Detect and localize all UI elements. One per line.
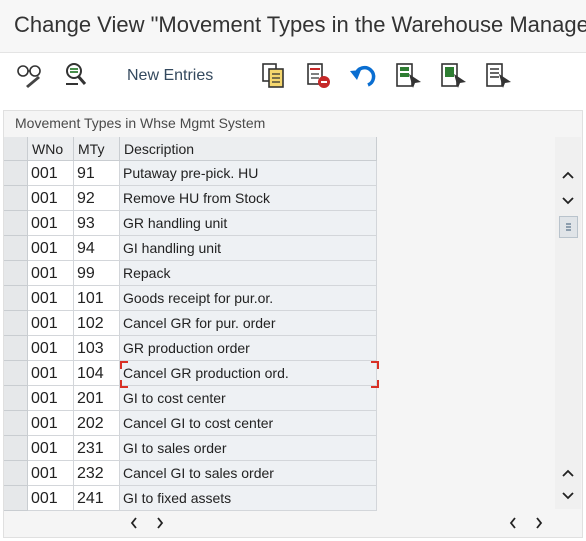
row-selector[interactable] [4, 336, 28, 361]
cell-mty: 91 [74, 161, 120, 186]
cell-mty: 92 [74, 186, 120, 211]
row-selector[interactable] [4, 161, 28, 186]
undo-change-icon[interactable] [348, 59, 378, 91]
row-selector[interactable] [4, 311, 28, 336]
table-title: Movement Types in Whse Mgmt System [15, 115, 266, 131]
chevron-down-icon [562, 492, 574, 500]
cell-mty: 241 [74, 486, 120, 511]
scroll-up-button[interactable] [556, 164, 580, 186]
cell-mty: 104 [74, 361, 120, 386]
cell-wno: 001 [28, 436, 74, 461]
cell-mty: 99 [74, 261, 120, 286]
cell-description[interactable]: Remove HU from Stock [120, 186, 377, 211]
scroll-right-button[interactable] [150, 513, 170, 533]
copy-as-icon[interactable] [258, 59, 288, 91]
page-up-button[interactable] [556, 462, 580, 484]
focus-corner [120, 361, 128, 369]
window-title: Change View "Movement Types in the Wareh… [14, 12, 586, 37]
cell-description[interactable]: Repack [120, 261, 377, 286]
title-bar: Change View "Movement Types in the Wareh… [0, 0, 586, 53]
scroll-left-button-right[interactable] [503, 513, 523, 533]
cell-wno: 001 [28, 336, 74, 361]
cell-wno: 001 [28, 161, 74, 186]
cell-mty: 201 [74, 386, 120, 411]
row-selector[interactable] [4, 211, 28, 236]
find-icon[interactable] [60, 59, 90, 91]
cell-mty: 94 [74, 236, 120, 261]
cell-description[interactable]: GR production order [120, 336, 377, 361]
cell-description[interactable]: Goods receipt for pur.or. [120, 286, 377, 311]
cell-description[interactable]: GI to fixed assets [120, 486, 377, 511]
cell-mty: 102 [74, 311, 120, 336]
cell-description[interactable]: GI to cost center [120, 386, 377, 411]
cell-wno: 001 [28, 461, 74, 486]
deselect-all-icon[interactable] [483, 59, 513, 91]
cell-wno: 001 [28, 386, 74, 411]
cell-wno: 001 [28, 361, 74, 386]
cell-description[interactable]: Cancel GI to sales order [120, 461, 377, 486]
select-all-icon[interactable] [393, 59, 423, 91]
chevron-up-icon [562, 171, 574, 179]
column-header-wno[interactable]: WNo [28, 137, 74, 161]
row-selector[interactable] [4, 286, 28, 311]
row-selector[interactable] [4, 361, 28, 386]
row-selector[interactable] [4, 386, 28, 411]
cell-description[interactable]: GI to sales order [120, 436, 377, 461]
cell-wno: 001 [28, 286, 74, 311]
cell-wno: 001 [28, 236, 74, 261]
cell-mty: 101 [74, 286, 120, 311]
page-down-button[interactable] [556, 485, 580, 507]
cell-mty: 103 [74, 336, 120, 361]
cell-description[interactable]: Cancel GI to cost center [120, 411, 377, 436]
scrollbar-thumb[interactable] [559, 216, 578, 238]
scroll-down-button[interactable] [556, 190, 580, 212]
row-selector[interactable] [4, 411, 28, 436]
cell-mty: 202 [74, 411, 120, 436]
focus-corner [120, 380, 128, 388]
cell-mty: 231 [74, 436, 120, 461]
scroll-right-button-right[interactable] [529, 513, 549, 533]
delete-icon[interactable] [303, 59, 333, 91]
toolbar [0, 53, 586, 103]
cell-wno: 001 [28, 311, 74, 336]
chevron-up-icon [562, 469, 574, 477]
cell-wno: 001 [28, 261, 74, 286]
cell-wno: 001 [28, 186, 74, 211]
cell-wno: 001 [28, 211, 74, 236]
chevron-left-icon [509, 517, 516, 529]
cell-mty: 232 [74, 461, 120, 486]
row-selector[interactable] [4, 186, 28, 211]
cell-description[interactable]: Putaway pre-pick. HU [120, 161, 377, 186]
new-entries-button[interactable]: New Entries [127, 67, 213, 85]
row-selector[interactable] [4, 436, 28, 461]
row-selector[interactable] [4, 236, 28, 261]
chevron-left-icon [130, 517, 137, 529]
chevron-right-icon [157, 517, 164, 529]
cell-wno: 001 [28, 411, 74, 436]
focus-corner [371, 380, 379, 388]
cell-description[interactable]: GI handling unit [120, 236, 377, 261]
column-header-description[interactable]: Description [120, 137, 377, 161]
select-all-rows-corner[interactable] [4, 137, 28, 161]
cell-description[interactable]: Cancel GR for pur. order [120, 311, 377, 336]
column-header-mty[interactable]: MTy [74, 137, 120, 161]
row-selector[interactable] [4, 486, 28, 511]
cell-mty: 93 [74, 211, 120, 236]
display-change-icon[interactable] [14, 59, 44, 91]
select-block-icon[interactable] [438, 59, 468, 91]
row-selector[interactable] [4, 461, 28, 486]
chevron-down-icon [562, 197, 574, 205]
cell-description[interactable]: GR handling unit [120, 211, 377, 236]
chevron-right-icon [536, 517, 543, 529]
cell-wno: 001 [28, 486, 74, 511]
focus-corner [371, 361, 379, 369]
row-selector[interactable] [4, 261, 28, 286]
scroll-left-button[interactable] [124, 513, 144, 533]
cell-description[interactable]: Cancel GR production ord. [120, 361, 377, 386]
